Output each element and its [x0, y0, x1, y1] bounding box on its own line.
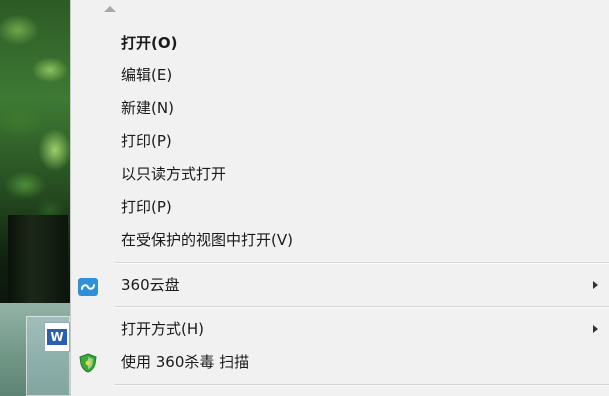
- menu-item-label: 在受保护的视图中打开(V): [121, 231, 293, 249]
- submenu-arrow-icon: [593, 325, 598, 333]
- menu-item-label: 打开方式(H): [121, 320, 204, 338]
- context-menu: 打开(O) 编辑(E) 新建(N) 打印(P) 以只读方式打开 打印(P) 在受…: [70, 0, 609, 396]
- menu-item-open-with[interactable]: 打开方式(H): [71, 314, 609, 344]
- menu-item-360-cloud[interactable]: 360云盘: [71, 270, 609, 300]
- menu-item-open-protected-view[interactable]: 在受保护的视图中打开(V): [71, 225, 609, 255]
- menu-item-label: 新建(N): [121, 99, 174, 117]
- menu-item-print-2[interactable]: 打印(P): [71, 192, 609, 222]
- menu-item-print[interactable]: 打印(P): [71, 126, 609, 156]
- menu-item-label: 360云盘: [121, 276, 180, 294]
- scroll-up-arrow-icon[interactable]: [104, 6, 116, 12]
- word-icon-letter: W: [47, 329, 67, 345]
- menu-item-edit[interactable]: 编辑(E): [71, 60, 609, 90]
- menu-item-label: 打印(P): [121, 132, 172, 150]
- tree-trunk: [8, 215, 68, 303]
- submenu-arrow-icon: [593, 281, 598, 289]
- word-document-icon[interactable]: W: [44, 322, 70, 352]
- cloud-360-icon: [78, 276, 98, 296]
- menu-item-label: 打开(O): [121, 34, 178, 52]
- menu-separator: [115, 306, 609, 308]
- desktop-background: W: [0, 0, 70, 396]
- menu-separator: [115, 384, 609, 386]
- menu-item-label: 使用 360杀毒 扫描: [121, 353, 250, 371]
- menu-item-label: 打印(P): [121, 198, 172, 216]
- shield-360-icon: [78, 353, 98, 373]
- menu-item-360-scan[interactable]: 使用 360杀毒 扫描: [71, 347, 609, 377]
- menu-item-open[interactable]: 打开(O): [71, 28, 609, 58]
- menu-item-label: 以只读方式打开: [121, 165, 227, 183]
- menu-item-open-readonly[interactable]: 以只读方式打开: [71, 159, 609, 189]
- menu-item-label: 编辑(E): [121, 66, 173, 84]
- menu-separator: [115, 262, 609, 264]
- menu-item-new[interactable]: 新建(N): [71, 93, 609, 123]
